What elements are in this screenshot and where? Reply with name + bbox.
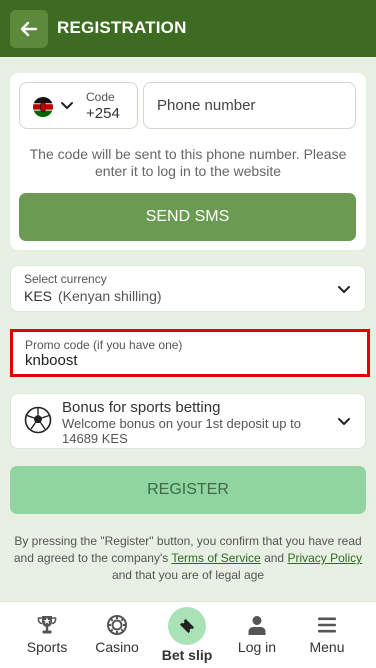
promo-code-field[interactable]: Promo code (if you have one) knboost (10, 329, 370, 377)
code-value: +254 (86, 105, 120, 122)
bonus-description: Welcome bonus on your 1st deposit up to … (62, 416, 301, 446)
phone-card: Code +254 The code will be sent to this … (10, 73, 366, 250)
currency-code: KES (24, 288, 53, 304)
nav-betslip[interactable]: Bet slip (152, 602, 222, 668)
trophy-icon (37, 616, 57, 634)
hamburger-icon (318, 617, 336, 633)
currency-label: Select currency (24, 272, 107, 286)
bonus-title: Bonus for sports betting (62, 399, 221, 416)
privacy-policy-link[interactable]: Privacy Policy (287, 551, 362, 565)
betslip-badge (168, 607, 206, 645)
casino-chip-icon (107, 615, 127, 635)
nav-login[interactable]: Log in (222, 602, 292, 668)
terms-part3: and that you are of legal age (111, 568, 265, 582)
ticket-icon (179, 618, 195, 634)
back-button[interactable] (10, 10, 48, 48)
bonus-select[interactable]: Bonus for sports betting Welcome bonus o… (10, 393, 366, 449)
bottom-nav: Sports Casino Bet slip Log in Menu (0, 601, 376, 668)
nav-sports[interactable]: Sports (12, 602, 82, 668)
header: REGISTRATION (0, 0, 376, 57)
promo-label: Promo code (if you have one) (25, 338, 183, 352)
nav-betslip-label: Bet slip (161, 647, 213, 663)
chevron-down-icon (338, 418, 350, 425)
nav-casino-label: Casino (95, 639, 139, 655)
nav-login-label: Log in (237, 639, 277, 655)
nav-sports-label: Sports (26, 639, 68, 655)
chevron-down-icon (338, 286, 350, 293)
arrow-left-icon (20, 21, 38, 37)
country-code-selector[interactable]: Code +254 (19, 82, 138, 129)
sms-hint: The code will be sent to this phone numb… (29, 146, 347, 179)
phone-input[interactable] (157, 97, 347, 114)
currency-value: KES (Kenyan shilling) (24, 288, 162, 304)
currency-name: (Kenyan shilling) (58, 288, 162, 304)
promo-input[interactable]: knboost (25, 352, 78, 369)
register-button[interactable]: REGISTER (10, 466, 366, 514)
code-label: Code (86, 90, 115, 104)
nav-menu-label: Menu (309, 639, 345, 655)
terms-text: By pressing the "Register" button, you c… (10, 533, 366, 584)
nav-menu[interactable]: Menu (292, 602, 362, 668)
send-sms-button[interactable]: SEND SMS (19, 193, 356, 241)
terms-part2: and (260, 551, 288, 565)
soccer-ball-icon (24, 406, 52, 434)
currency-select[interactable]: Select currency KES (Kenyan shilling) (10, 265, 366, 312)
terms-of-service-link[interactable]: Terms of Service (171, 551, 260, 565)
chevron-down-icon (61, 102, 73, 109)
page-title: REGISTRATION (57, 18, 187, 37)
nav-casino[interactable]: Casino (82, 602, 152, 668)
user-icon (248, 616, 266, 635)
phone-field[interactable] (143, 82, 356, 129)
kenya-flag-icon (33, 97, 53, 117)
